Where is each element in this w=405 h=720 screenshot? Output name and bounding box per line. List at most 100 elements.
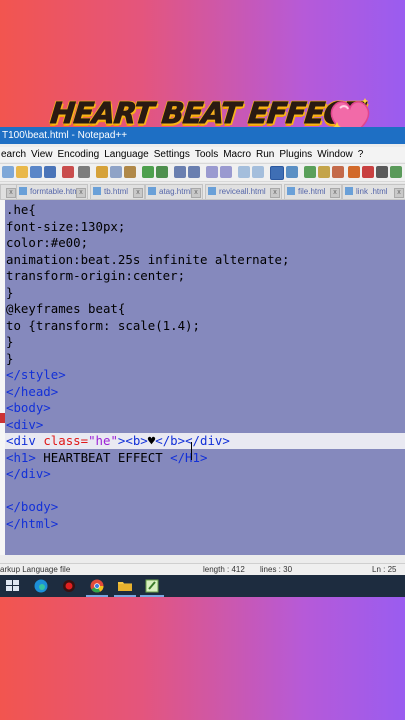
- active-indicator: [140, 595, 164, 597]
- code-line[interactable]: color:#e00;: [6, 235, 88, 251]
- code-token: font-size:130px;: [6, 218, 126, 234]
- zoom-out-icon[interactable]: [220, 166, 232, 178]
- menu-item[interactable]: Encoding: [54, 147, 104, 162]
- sync-v-icon[interactable]: [238, 166, 250, 178]
- code-token: class=: [43, 433, 89, 448]
- windows-start-icon[interactable]: [4, 578, 22, 594]
- code-token: <div: [6, 433, 44, 448]
- code-line[interactable]: transform-origin:center;: [6, 268, 185, 284]
- code-token: </b></div>: [155, 433, 230, 448]
- record-icon[interactable]: [60, 578, 78, 594]
- code-token: <body>: [6, 400, 51, 415]
- file-explorer-icon[interactable]: [116, 578, 134, 594]
- file-tab[interactable]: link .html x: [342, 184, 405, 199]
- close-icon[interactable]: x: [191, 188, 201, 198]
- menu-item[interactable]: View: [27, 147, 57, 162]
- code-line[interactable]: </div>: [6, 466, 51, 482]
- code-line[interactable]: font-size:130px;: [6, 219, 125, 235]
- copy-icon[interactable]: [110, 166, 122, 178]
- sync-h-icon[interactable]: [252, 166, 264, 178]
- tab-label: tb.html: [104, 187, 129, 196]
- notepadpp-window: T100\beat.html - Notepad++ earch View Enco…: [0, 127, 405, 597]
- code-line[interactable]: }: [6, 351, 13, 367]
- code-token: </style>: [6, 367, 66, 382]
- replace-icon[interactable]: [188, 166, 200, 178]
- code-line[interactable]: <div>: [6, 417, 43, 433]
- code-token: </head>: [6, 383, 59, 399]
- find-icon[interactable]: [174, 166, 186, 178]
- save-icon[interactable]: [30, 166, 42, 178]
- menu-item[interactable]: earch: [0, 147, 30, 162]
- menu-item[interactable]: Settings: [150, 147, 194, 162]
- menu-item[interactable]: Window: [313, 147, 357, 162]
- code-line[interactable]: .he{: [6, 202, 36, 218]
- file-tab[interactable]: reviceall.html x: [205, 184, 282, 199]
- code-token: "he": [88, 433, 118, 448]
- file-tab[interactable]: atag.html x: [145, 184, 203, 199]
- code-editor[interactable]: .he{font-size:130px; color:#e00; animation…: [5, 200, 405, 555]
- indent-guide-icon[interactable]: [304, 166, 316, 178]
- text-cursor: [191, 441, 192, 460]
- file-tab[interactable]: file.html x: [284, 184, 342, 199]
- close-icon[interactable]: x: [133, 188, 143, 198]
- paste-icon[interactable]: [124, 166, 136, 178]
- notepadpp-icon[interactable]: [143, 578, 161, 594]
- cut-icon[interactable]: [96, 166, 108, 178]
- code-line[interactable]: </html>: [6, 516, 58, 532]
- menu-item[interactable]: ?: [354, 147, 368, 162]
- menu-item[interactable]: Macro: [219, 147, 255, 162]
- file-icon: [208, 187, 216, 195]
- menu-item[interactable]: Plugins: [275, 147, 316, 162]
- word-wrap-icon[interactable]: [270, 166, 284, 180]
- code-line[interactable]: <body>: [6, 400, 51, 416]
- code-line[interactable]: @keyframes beat{: [6, 301, 125, 317]
- code-line[interactable]: animation:beat.25s infinite alternate;: [6, 252, 289, 268]
- code-line[interactable]: </style>: [6, 367, 66, 383]
- code-line[interactable]: }: [6, 285, 13, 301]
- code-line[interactable]: to {transform: scale(1.4);: [6, 318, 200, 334]
- record-macro-icon[interactable]: [362, 166, 374, 178]
- close-icon[interactable]: x: [6, 188, 16, 198]
- redo-icon[interactable]: [156, 166, 168, 178]
- close-file-icon[interactable]: [62, 166, 74, 178]
- close-icon[interactable]: x: [330, 188, 340, 198]
- code-token: <h1>: [6, 449, 36, 465]
- code-token: </div>: [6, 466, 51, 481]
- play-macro-icon[interactable]: [390, 166, 402, 178]
- file-icon: [345, 187, 353, 195]
- edge-icon[interactable]: [32, 578, 50, 594]
- all-chars-icon[interactable]: [286, 166, 298, 178]
- menu-item[interactable]: Tools: [191, 147, 222, 162]
- code-line[interactable]: }: [6, 334, 13, 350]
- close-icon[interactable]: x: [270, 188, 280, 198]
- print-icon[interactable]: [78, 166, 90, 178]
- code-line[interactable]: <h1> HEARTBEAT EFFECT </H1>: [6, 450, 207, 466]
- code-token: HEARTBEAT EFFECT: [35, 449, 171, 465]
- active-indicator: [114, 595, 136, 597]
- open-file-icon[interactable]: [16, 166, 28, 178]
- save-all-icon[interactable]: [44, 166, 56, 178]
- new-file-icon[interactable]: [2, 166, 14, 178]
- code-token: </H1>: [170, 449, 208, 465]
- code-token: </body>: [6, 499, 59, 514]
- code-line[interactable]: <div class="he"><b>♥</b></div>: [6, 433, 230, 449]
- code-line[interactable]: </body>: [6, 499, 58, 515]
- code-token: transform-origin:center;: [6, 268, 186, 283]
- close-icon[interactable]: x: [394, 188, 404, 198]
- close-icon[interactable]: x: [76, 188, 86, 198]
- code-line[interactable]: </head>: [6, 384, 58, 400]
- chrome-icon[interactable]: [88, 578, 106, 594]
- toolbar: [0, 163, 405, 182]
- menu-item[interactable]: Language: [100, 147, 153, 162]
- file-tab[interactable]: tb.html x: [90, 184, 145, 199]
- file-icon: [19, 187, 27, 195]
- file-icon: [287, 187, 295, 195]
- function-list-icon[interactable]: [332, 166, 344, 178]
- doc-map-icon[interactable]: [318, 166, 330, 178]
- code-token: ><b>: [117, 433, 148, 448]
- stop-macro-icon[interactable]: [376, 166, 388, 178]
- folder-workspace-icon[interactable]: [348, 166, 360, 178]
- file-tab[interactable]: formtable.html x: [16, 184, 88, 199]
- zoom-in-icon[interactable]: [206, 166, 218, 178]
- undo-icon[interactable]: [142, 166, 154, 178]
